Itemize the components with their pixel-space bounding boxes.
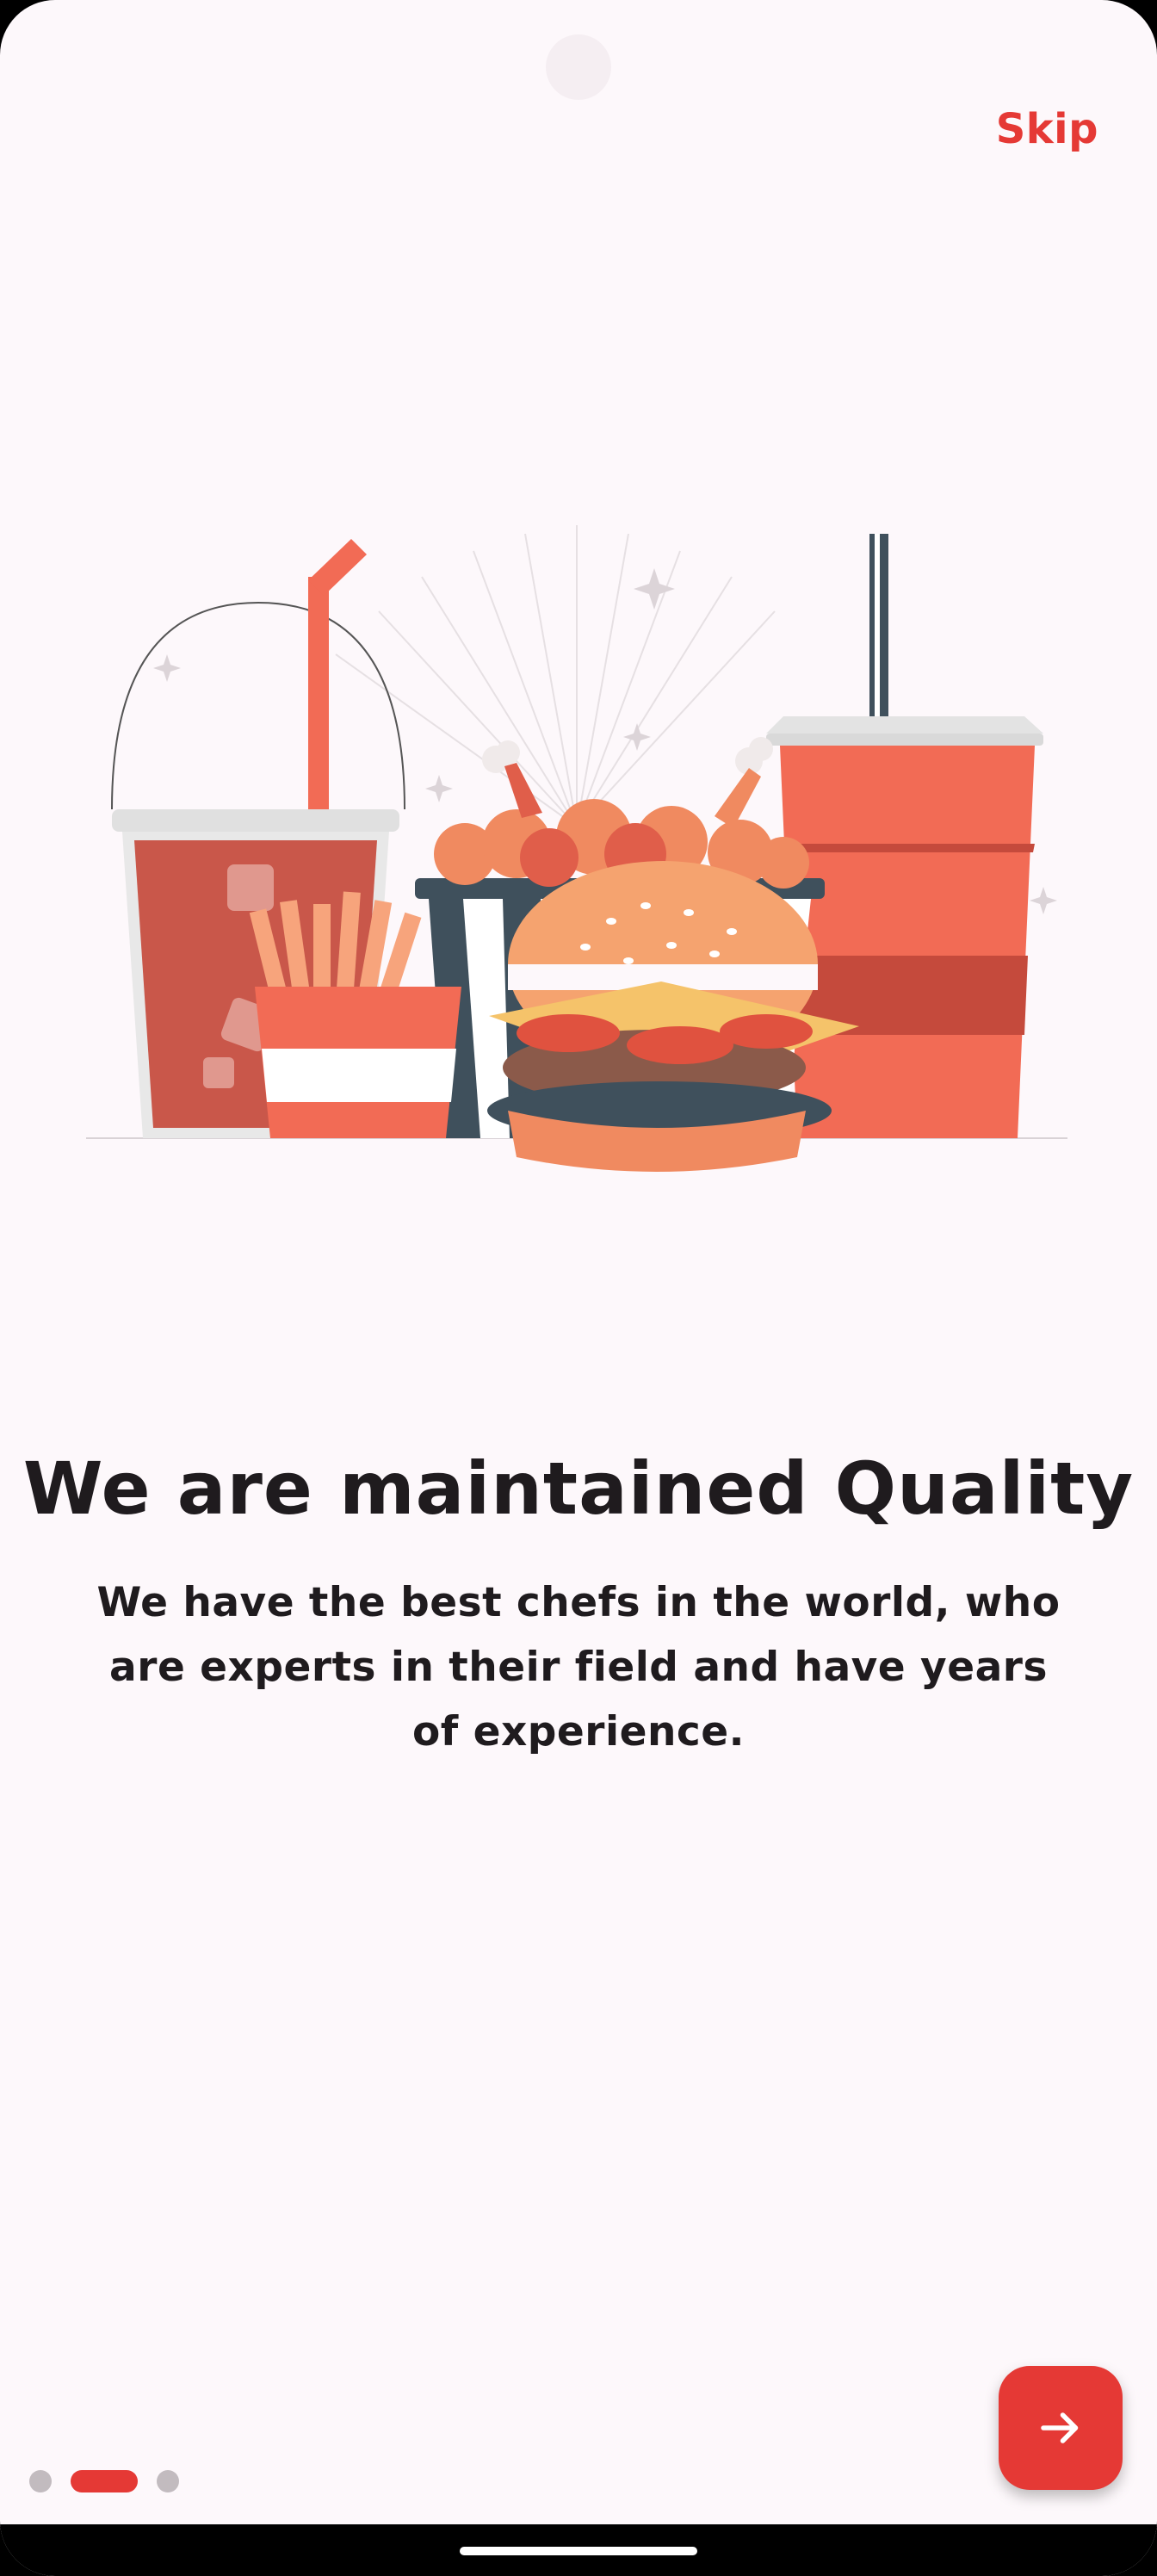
front-camera bbox=[546, 34, 611, 100]
next-button[interactable] bbox=[999, 2366, 1123, 2490]
page-dot-active[interactable] bbox=[71, 2470, 138, 2492]
onboarding-screen: Skip We are maintained Quality We have t… bbox=[0, 0, 1157, 2576]
fast-food-illustration bbox=[86, 525, 1067, 1172]
home-indicator[interactable] bbox=[460, 2547, 697, 2555]
onboarding-description: We have the best chefs in the world, who… bbox=[96, 1579, 1061, 1756]
arrow-right-icon bbox=[1041, 2412, 1079, 2443]
onboarding-title: We are maintained Quality bbox=[22, 1446, 1135, 1531]
skip-button[interactable]: Skip bbox=[996, 105, 1098, 153]
page-dot[interactable] bbox=[157, 2470, 179, 2492]
page-indicator bbox=[29, 2469, 198, 2493]
page-dot[interactable] bbox=[29, 2470, 52, 2492]
